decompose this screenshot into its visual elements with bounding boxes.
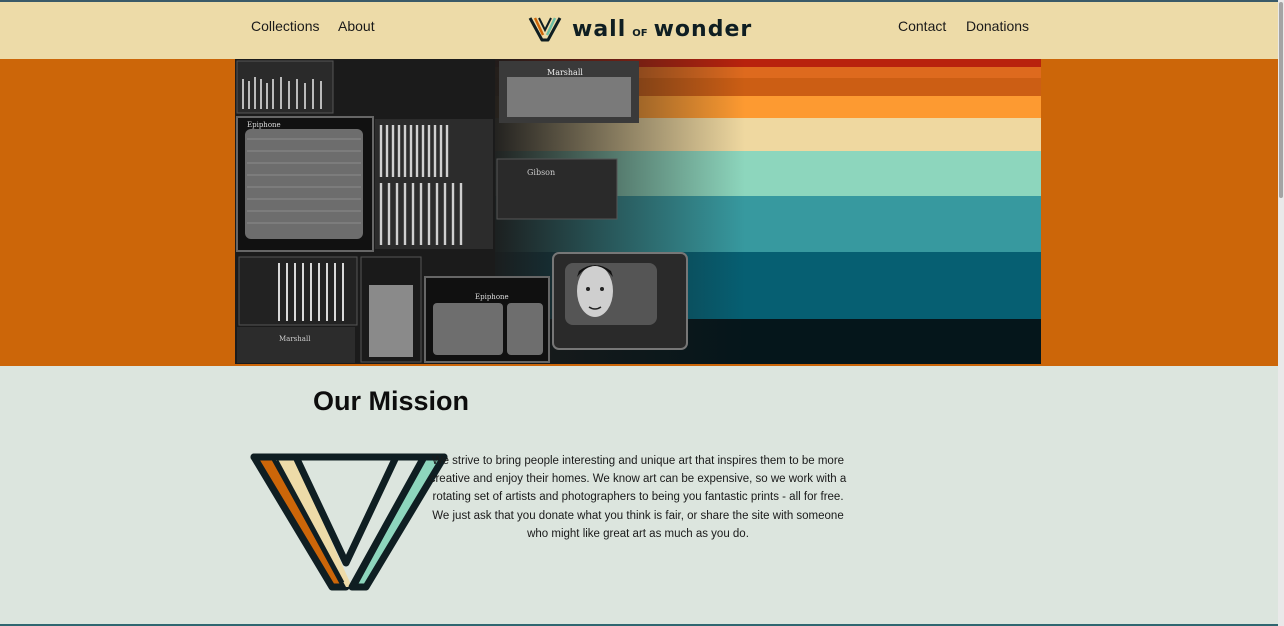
nav-collections[interactable]: Collections bbox=[251, 18, 319, 34]
brand-wordmark: wall OF wonder bbox=[572, 17, 752, 42]
site-header: Collections About wall OF wonder Contact D… bbox=[0, 2, 1278, 59]
mission-body: We strive to bring people interesting an… bbox=[429, 455, 847, 540]
amp-label-marshall-2: Marshall bbox=[279, 335, 311, 343]
scrollbar-thumb[interactable] bbox=[1279, 2, 1283, 198]
page-scrollbar[interactable] bbox=[1278, 0, 1284, 626]
brand-wonder: wonder bbox=[653, 16, 753, 42]
brand-wall: wall bbox=[572, 16, 627, 42]
nav-donations[interactable]: Donations bbox=[966, 18, 1029, 34]
record-shelves-image: Epiphone Marshall Gibson Epiphone Marsha… bbox=[236, 60, 688, 363]
hero-image: Epiphone Marshall Gibson Epiphone Marsha… bbox=[235, 59, 1041, 364]
brand-logo-link[interactable]: wall OF wonder bbox=[528, 14, 752, 44]
brand-of: OF bbox=[632, 27, 648, 39]
amp-label-marshall-1: Marshall bbox=[547, 68, 583, 77]
mission-heading: Our Mission bbox=[313, 386, 470, 416]
amp-label-epiphone-1: Epiphone bbox=[247, 121, 281, 129]
brand-w-icon bbox=[528, 17, 562, 42]
amp-label-gibson: Gibson bbox=[527, 168, 555, 177]
nav-about[interactable]: About bbox=[338, 18, 375, 34]
nav-contact[interactable]: Contact bbox=[898, 18, 946, 34]
wall-of-wonder-logo-icon bbox=[250, 453, 448, 591]
amp-label-epiphone-2: Epiphone bbox=[475, 293, 509, 301]
hero-banner: Epiphone Marshall Gibson Epiphone Marsha… bbox=[0, 59, 1278, 366]
